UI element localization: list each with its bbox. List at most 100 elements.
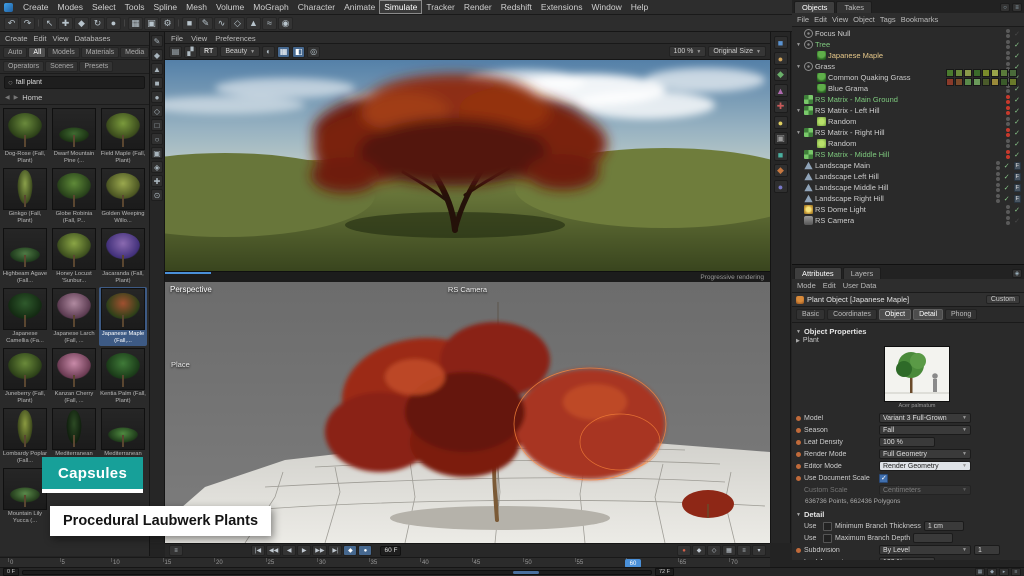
attribute-value[interactable]: Render Geometry▼ [879, 461, 971, 471]
object-label[interactable]: RS Matrix - Left Hill [815, 106, 880, 115]
attribute-manager-tab[interactable]: Layers [843, 267, 882, 279]
back-icon[interactable]: ◀ [5, 94, 10, 101]
object-manager-menu-item[interactable]: Object [853, 15, 875, 24]
render-picture-viewer-icon[interactable]: ▣ [144, 17, 159, 30]
object-label[interactable]: Focus Null [815, 29, 850, 38]
goto-end-button[interactable]: ▶| [328, 545, 342, 556]
object-row[interactable]: ▼ Landscape Left Hill ✓ F [792, 171, 1024, 182]
pen-tool-icon[interactable]: ✎ [198, 17, 213, 30]
attribute-value[interactable]: 1 cm▼ [924, 521, 964, 531]
render-view-menu-item[interactable]: Preferences [215, 34, 255, 41]
object-label[interactable]: RS Matrix - Right Hill [815, 128, 885, 137]
object-row[interactable]: ▼ Tree ✓ F [792, 39, 1024, 50]
expand-icon[interactable]: ▼ [795, 108, 802, 114]
status-icon-play[interactable]: ▸ [999, 568, 1009, 576]
pass-dropdown[interactable]: Beauty▼ [220, 46, 260, 57]
object-label[interactable]: Grass [815, 62, 835, 71]
tweak-mode-icon[interactable]: ○ [151, 133, 163, 145]
timeline-options-button[interactable]: ▾ [752, 545, 766, 556]
dope-sheet-button[interactable]: ▦ [722, 545, 736, 556]
plant-asset[interactable]: Dog-Rose (Fall, Plant) [1, 107, 49, 166]
object-label[interactable]: Landscape Left Hill [815, 172, 879, 181]
object-manager-menu-item[interactable]: Bookmarks [901, 15, 939, 24]
record-button[interactable]: ● [677, 545, 691, 556]
object-manager-menu-item[interactable]: File [797, 15, 809, 24]
camera-icon[interactable]: ▣ [774, 132, 788, 145]
attribute-menu-item[interactable]: Mode [797, 281, 816, 290]
snap-toggle-icon[interactable]: ✚ [151, 175, 163, 187]
render-view-icon[interactable]: ▦ [128, 17, 143, 30]
plant-asset[interactable]: Kanzan Cherry (Fall, ... [50, 347, 98, 406]
search-icon[interactable]: ○ [1000, 3, 1010, 12]
menu-item[interactable]: Select [88, 1, 120, 13]
attribute-value[interactable]: Variant 3 Full-Grown▼ [879, 413, 971, 423]
rotate-tool-icon[interactable]: ↻ [90, 17, 105, 30]
asset-menu-item[interactable]: Databases [75, 34, 111, 43]
enable-check-icon[interactable]: ✓ [1013, 41, 1021, 49]
menu-item[interactable]: Redshift [497, 1, 536, 13]
enable-check-icon[interactable]: ✓ [1013, 118, 1021, 126]
menu-item[interactable]: Modes [54, 1, 88, 13]
menu-item[interactable]: Spline [150, 1, 182, 13]
keyframe-dot[interactable] [796, 416, 801, 421]
last-tool-icon[interactable]: ● [106, 17, 121, 30]
asset-filter-tab[interactable]: Materials [81, 47, 119, 58]
attribute-section-tab[interactable]: Detail [913, 309, 943, 320]
breadcrumb[interactable]: Home [22, 93, 42, 102]
material-chip[interactable] [1000, 78, 1008, 86]
object-row[interactable]: ▼ Random ✓ F [792, 116, 1024, 127]
asset-filter-tab[interactable]: Models [47, 47, 80, 58]
rt-button[interactable]: RT [199, 46, 218, 57]
asset-filter-tab[interactable]: Scenes [45, 61, 78, 72]
keyframe-dot[interactable] [796, 452, 801, 457]
generator-icon[interactable]: ✚ [774, 100, 788, 113]
points-mode-icon[interactable]: ● [151, 91, 163, 103]
attribute-section-tab[interactable]: Coordinates [827, 309, 877, 320]
plant-asset[interactable]: Highbeam Agave (Fall... [1, 227, 49, 286]
visibility-dots[interactable] [1006, 205, 1010, 214]
asset-filter-tab[interactable]: Operators [3, 61, 44, 72]
visibility-dots[interactable] [1006, 117, 1010, 126]
forward-icon[interactable]: ▶ [14, 94, 19, 101]
object-row[interactable]: ▼ RS Matrix - Right Hill ✓ F [792, 127, 1024, 138]
make-editable-icon[interactable]: ✎ [151, 35, 163, 47]
plant-asset[interactable]: Japanese Camellia (Fa... [1, 287, 49, 346]
plant-asset[interactable]: Ginkgo (Fall, Plant) [1, 167, 49, 226]
enable-check-icon[interactable]: ✓ [1003, 162, 1011, 170]
object-label[interactable]: Landscape Main [815, 161, 870, 170]
keyframe-mode-button[interactable]: ◆ [343, 545, 357, 556]
attribute-checkbox[interactable] [823, 522, 832, 531]
menu-item[interactable]: MoGraph [249, 1, 292, 13]
sphere-primitive-icon[interactable]: ● [774, 52, 788, 65]
render-settings-icon[interactable]: ⚙ [160, 17, 175, 30]
material-chip[interactable] [964, 69, 972, 77]
object-label[interactable]: Japanese Maple [828, 51, 883, 60]
asset-menu-item[interactable]: Create [5, 34, 28, 43]
attribute-manager-tab[interactable]: Attributes [794, 267, 842, 279]
visibility-dots[interactable] [1006, 150, 1010, 159]
material-chip[interactable] [955, 69, 963, 77]
attribute-section-tab[interactable]: Phong [945, 309, 977, 320]
attribute-value-2[interactable]: 1 [974, 545, 1000, 555]
polygons-mode-icon[interactable]: □ [151, 119, 163, 131]
zoom-dropdown[interactable]: 100 %▼ [669, 46, 707, 57]
plant-preview-image[interactable] [884, 346, 950, 402]
attribute-checkbox[interactable] [879, 474, 888, 483]
plant-asset[interactable]: Honey Locust 'Sunbur... [50, 227, 98, 286]
attribute-section-tab[interactable]: Object [879, 309, 911, 320]
object-row[interactable]: ▼ RS Matrix - Middle Hill ✓ F [792, 149, 1024, 160]
material-chip[interactable] [1009, 78, 1017, 86]
enable-check-icon[interactable]: ✓ [1013, 107, 1021, 115]
keyframe-dot[interactable] [796, 560, 801, 561]
object-label[interactable]: Tree [815, 40, 830, 49]
object-label[interactable]: RS Matrix - Middle Hill [815, 150, 889, 159]
visibility-dots[interactable] [996, 172, 1000, 181]
section-header[interactable]: ▼Object Properties [796, 327, 1020, 336]
key-position-button[interactable]: ◆ [692, 545, 706, 556]
viewport-camera-label[interactable]: RS Camera [448, 285, 487, 294]
visibility-dots[interactable] [1006, 106, 1010, 115]
snapshot-icon[interactable]: ▞ [184, 46, 197, 58]
custom-button[interactable]: Custom [986, 295, 1020, 304]
keyframe-dot[interactable] [796, 464, 801, 469]
range-slider-handle[interactable] [513, 571, 539, 574]
